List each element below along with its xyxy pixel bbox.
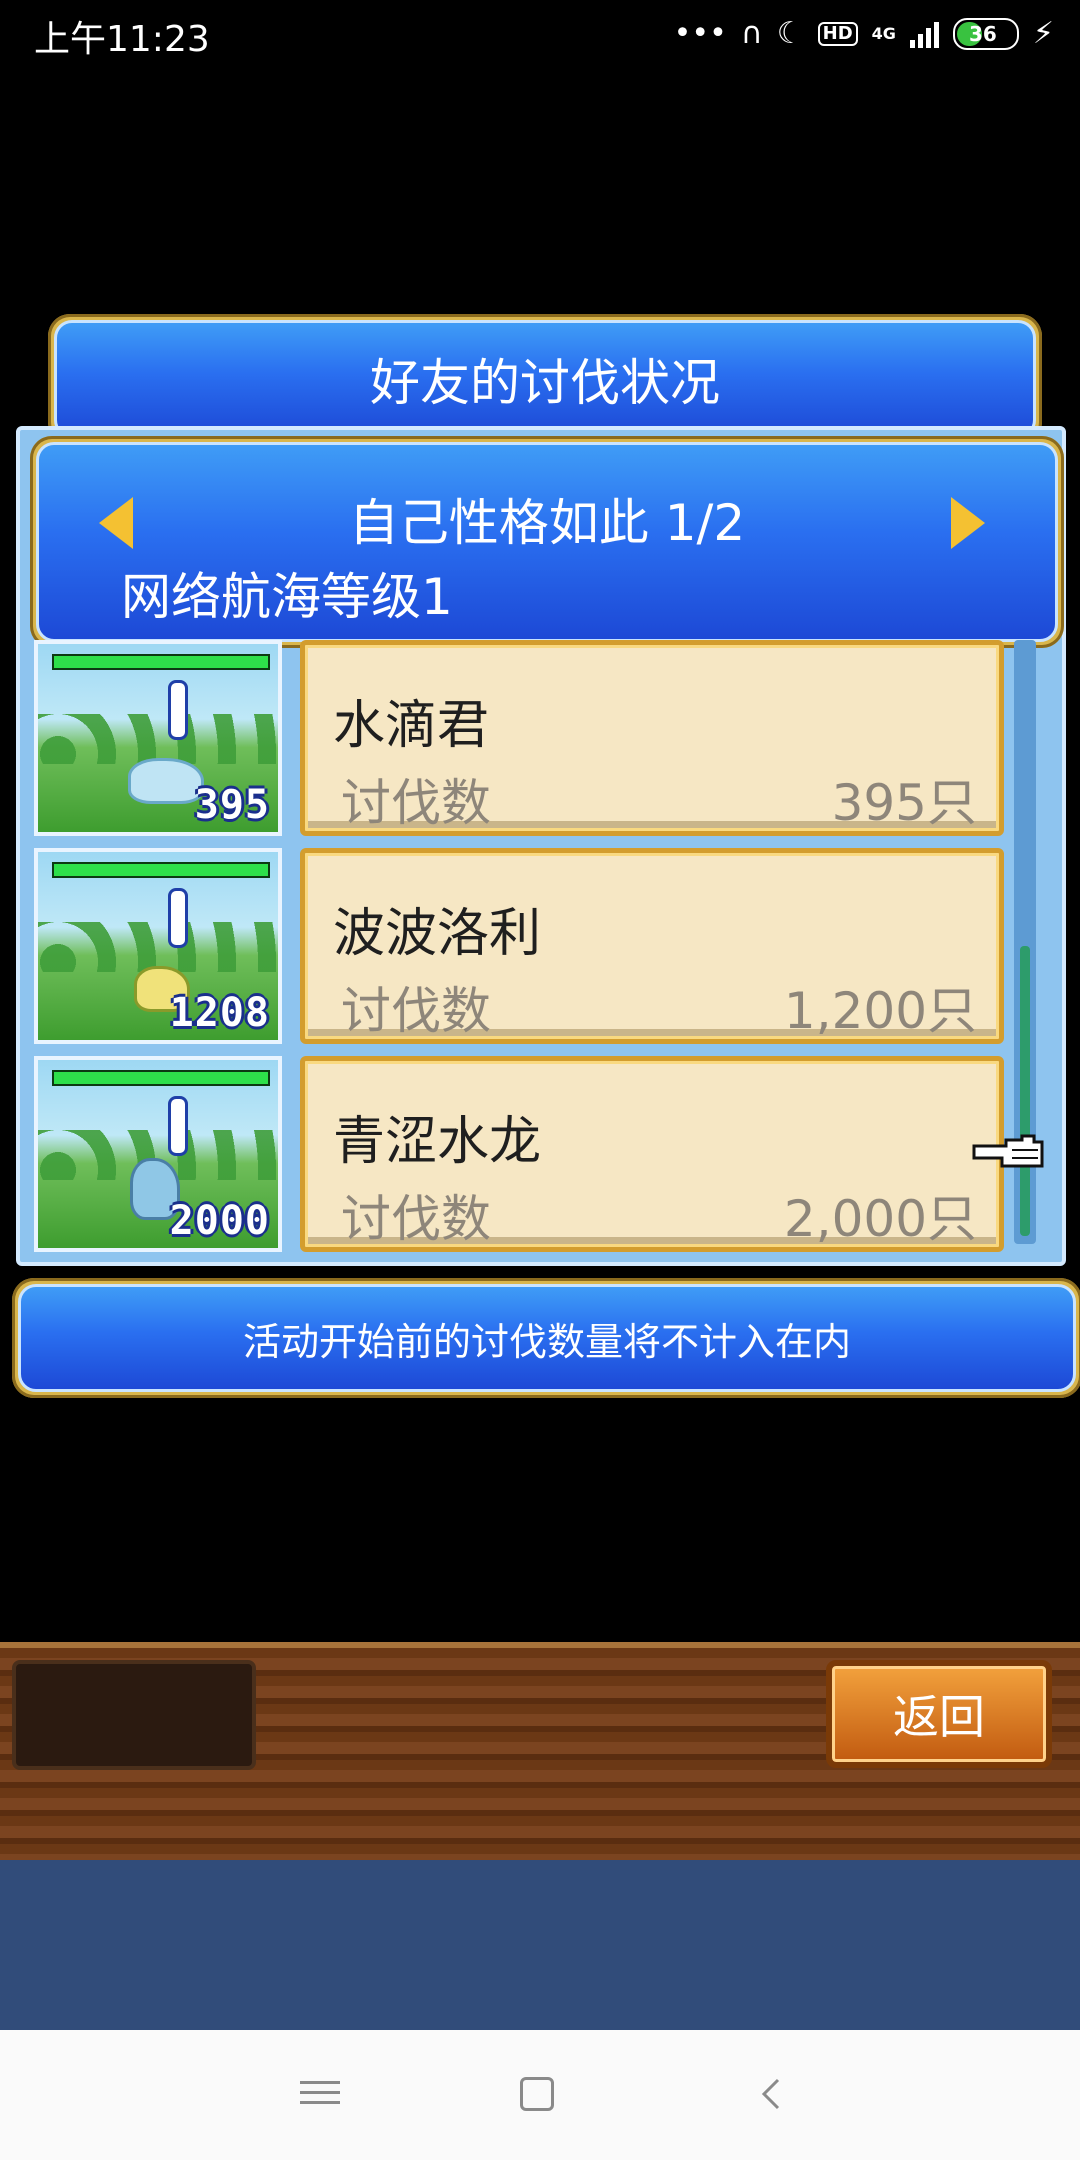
hd-icon: HD <box>817 22 858 46</box>
hp-bar <box>52 862 270 878</box>
list-item[interactable]: 1208 波波洛利 讨伐数 1,200只 <box>34 848 1004 1044</box>
kill-count-badge: 1208 <box>169 990 270 1036</box>
kill-label: 讨伐数 <box>341 774 491 832</box>
battery-icon: 36 <box>952 18 1019 50</box>
back-chevron-icon[interactable] <box>752 2074 792 2114</box>
scrollbar-thumb[interactable] <box>1020 946 1030 1236</box>
moon-icon: ☾ <box>776 16 804 51</box>
charging-icon: ⚡ <box>1032 16 1054 51</box>
list-item[interactable]: 395 水滴君 讨伐数 395只 <box>34 640 1004 836</box>
friend-header: 自己性格如此 1/2 网络航海等级1 <box>30 436 1064 648</box>
exclamation-icon <box>168 680 188 740</box>
monster-name: 青涩水龙 <box>333 1112 542 1172</box>
friend-level: 网络航海等级1 <box>121 568 453 626</box>
kill-count-badge: 395 <box>194 782 270 828</box>
system-nav-bar <box>0 2030 1080 2160</box>
status-icons: ••• ∩ ☾ HD 4G 36 ⚡ <box>674 12 1054 56</box>
entry-card: 青涩水龙 讨伐数 2,000只 <box>300 1056 1004 1252</box>
entry-card: 波波洛利 讨伐数 1,200只 <box>300 848 1004 1044</box>
exclamation-icon <box>168 888 188 948</box>
exclamation-icon <box>168 1096 188 1156</box>
dialog-title-bar: 好友的讨伐状况 <box>48 314 1042 444</box>
more-dots-icon: ••• <box>673 16 727 51</box>
kill-value: 1,200只 <box>783 982 977 1040</box>
kill-count-badge: 2000 <box>169 1198 270 1244</box>
hp-bar <box>52 1070 270 1086</box>
kill-label: 讨伐数 <box>341 982 491 1040</box>
notice-bar: 活动开始前的讨伐数量将不计入在内 <box>12 1278 1080 1398</box>
menu-icon[interactable] <box>300 2074 340 2114</box>
status-time: 上午11:23 <box>34 19 210 60</box>
notice-text: 活动开始前的讨伐数量将不计入在内 <box>18 1284 1076 1392</box>
monster-sprite <box>128 758 204 804</box>
kill-value: 2,000只 <box>783 1190 977 1248</box>
network-type: 4G <box>871 24 896 43</box>
arrow-right-icon[interactable] <box>951 497 985 549</box>
hp-bar <box>52 654 270 670</box>
status-bar: 上午11:23 ••• ∩ ☾ HD 4G 36 ⚡ <box>0 0 1080 70</box>
battery-percent: 36 <box>969 22 997 46</box>
friend-name: 自己性格如此 1/2 <box>348 494 746 552</box>
home-icon[interactable] <box>520 2077 554 2111</box>
monster-name: 波波洛利 <box>333 904 542 964</box>
pororo-monster-icon: 1208 <box>34 848 282 1044</box>
dialog-title: 好友的讨伐状况 <box>54 320 1036 438</box>
empty-slot <box>12 1660 256 1770</box>
pointing-hand-icon <box>972 1134 1044 1168</box>
signal-bars-icon <box>909 20 939 48</box>
entry-card: 水滴君 讨伐数 395只 <box>300 640 1004 836</box>
monster-name: 水滴君 <box>333 696 490 756</box>
list-item[interactable]: 2000 青涩水龙 讨伐数 2,000只 <box>34 1056 1004 1252</box>
water-drop-monster-icon: 395 <box>34 640 282 836</box>
bottom-blue-area <box>0 1860 1080 2030</box>
kill-value: 395只 <box>831 774 977 832</box>
water-dragon-monster-icon: 2000 <box>34 1056 282 1252</box>
4g-signal-icon: 4G <box>872 26 896 42</box>
headphones-icon: ∩ <box>740 16 763 51</box>
back-button[interactable]: 返回 <box>826 1660 1052 1768</box>
kill-label: 讨伐数 <box>341 1190 491 1248</box>
